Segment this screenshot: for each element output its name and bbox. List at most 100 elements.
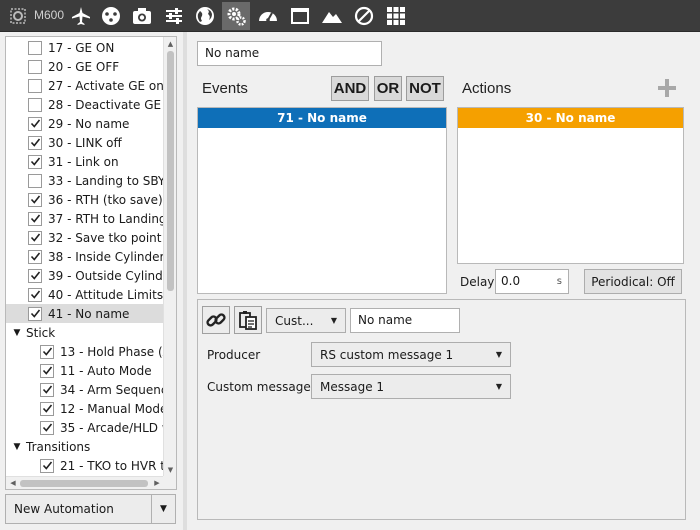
joystick-icon[interactable] — [97, 2, 125, 30]
custom-messages-select[interactable]: Message 1 ▼ — [311, 374, 511, 399]
producer-value: RS custom message 1 — [320, 347, 454, 362]
enable-checkbox[interactable] — [28, 78, 42, 93]
camera-icon[interactable] — [128, 2, 156, 30]
enable-checkbox[interactable] — [28, 59, 42, 74]
expand-arrow-icon[interactable]: ▼ — [12, 328, 22, 338]
scroll-left-arrow-icon[interactable]: ◀ — [7, 477, 19, 489]
action-item[interactable]: 30 - No name — [458, 108, 683, 128]
globe-icon[interactable] — [191, 2, 219, 30]
automation-list-item[interactable]: 31 - Link on — [6, 152, 164, 171]
automation-list-item[interactable]: 13 - Hold Phase (Ar — [6, 342, 164, 361]
automation-item-label: 39 - Outside Cylinder — [48, 268, 164, 283]
enable-checkbox[interactable] — [40, 401, 54, 416]
events-title: Events — [202, 80, 248, 97]
delay-label: Delay — [460, 275, 495, 289]
automation-item-label: 41 - No name — [48, 306, 130, 321]
checkmark-icon — [30, 138, 40, 147]
checkmark-icon — [30, 195, 40, 204]
enable-checkbox[interactable] — [28, 306, 42, 321]
automation-list-item[interactable]: 30 - LINK off — [6, 133, 164, 152]
automation-list-item[interactable]: 36 - RTH (tko save) — [6, 190, 164, 209]
or-button[interactable]: OR — [374, 76, 402, 101]
enable-checkbox[interactable] — [28, 40, 42, 55]
scroll-up-arrow-icon[interactable]: ▲ — [164, 38, 177, 50]
enable-checkbox[interactable] — [28, 135, 42, 150]
message-type-select[interactable]: Cust... ▼ — [266, 308, 346, 333]
gears-icon[interactable] — [222, 2, 250, 30]
automation-list-item[interactable]: 41 - No name — [6, 304, 164, 323]
paste-button[interactable] — [234, 306, 262, 334]
enable-checkbox[interactable] — [40, 458, 54, 473]
delay-input[interactable]: 0.0 s — [495, 269, 569, 294]
automation-list-item[interactable]: 35 - Arcade/HLD wl — [6, 418, 164, 437]
producer-label: Producer — [207, 348, 261, 362]
link-button[interactable] — [202, 306, 230, 334]
terrain-icon[interactable] — [318, 2, 346, 30]
detail-name-input[interactable]: No name — [350, 308, 460, 333]
automation-list-item[interactable]: 34 - Arm Sequence — [6, 380, 164, 399]
chevron-down-icon: ▼ — [495, 350, 503, 359]
not-button[interactable]: NOT — [406, 76, 444, 101]
automation-item-label: 21 - TKO to HVR tra — [60, 458, 164, 473]
and-button[interactable]: AND — [331, 76, 369, 101]
automation-list-item[interactable]: 27 - Activate GE on Ta — [6, 76, 164, 95]
automation-list-item[interactable]: 37 - RTH to Landing ( — [6, 209, 164, 228]
automation-list-item[interactable]: 40 - Attitude Limits — [6, 285, 164, 304]
scroll-right-arrow-icon[interactable]: ▶ — [151, 477, 163, 489]
automation-list-item[interactable]: 11 - Auto Mode — [6, 361, 164, 380]
add-action-icon[interactable] — [656, 77, 678, 99]
scrollbar-thumb[interactable] — [167, 51, 174, 291]
producer-select[interactable]: RS custom message 1 ▼ — [311, 342, 511, 367]
checkmark-icon — [42, 347, 52, 356]
airplane-icon[interactable] — [67, 2, 95, 30]
checkmark-icon — [30, 252, 40, 261]
scrollbar-thumb[interactable] — [20, 480, 148, 487]
tree-group-header[interactable]: ▼ Stick — [6, 323, 164, 342]
automation-list-item[interactable]: 38 - Inside Cylinder — [6, 247, 164, 266]
enable-checkbox[interactable] — [28, 154, 42, 169]
gauge-icon[interactable] — [254, 2, 282, 30]
enable-checkbox[interactable] — [28, 192, 42, 207]
sliders-icon[interactable] — [160, 2, 188, 30]
automation-list-item[interactable]: 33 - Landing to SBY — [6, 171, 164, 190]
automation-list-item[interactable]: 17 - GE ON — [6, 38, 164, 57]
checkmark-icon — [42, 404, 52, 413]
actions-title: Actions — [462, 80, 512, 97]
enable-checkbox[interactable] — [28, 211, 42, 226]
event-item[interactable]: 71 - No name — [198, 108, 446, 128]
automation-list-item[interactable]: 20 - GE OFF — [6, 57, 164, 76]
scroll-down-arrow-icon[interactable]: ▼ — [164, 464, 177, 476]
enable-checkbox[interactable] — [28, 287, 42, 302]
automation-list-item[interactable]: 21 - TKO to HVR tra — [6, 456, 164, 475]
automation-list-item[interactable]: 32 - Save tko point — [6, 228, 164, 247]
enable-checkbox[interactable] — [40, 420, 54, 435]
tree-vertical-scrollbar[interactable]: ▲ ▼ — [163, 37, 176, 477]
enable-checkbox[interactable] — [40, 363, 54, 378]
window-icon[interactable] — [286, 2, 314, 30]
tree-group-header[interactable]: ▼ Transitions — [6, 437, 164, 456]
tree-horizontal-scrollbar[interactable]: ◀ ▶ — [6, 476, 164, 489]
expand-arrow-icon[interactable]: ▼ — [12, 442, 22, 452]
new-automation-button[interactable]: New Automation ▼ — [5, 494, 176, 524]
panel-splitter[interactable] — [183, 32, 187, 530]
enable-checkbox[interactable] — [28, 230, 42, 245]
enable-checkbox[interactable] — [28, 116, 42, 131]
automation-name-input[interactable]: No name — [197, 41, 382, 66]
periodical-button[interactable]: Periodical: Off — [584, 269, 682, 294]
automation-list-item[interactable]: 28 - Deactivate GE on — [6, 95, 164, 114]
enable-checkbox[interactable] — [28, 173, 42, 188]
settings-chip-icon[interactable] — [4, 2, 32, 30]
grid-icon[interactable] — [382, 2, 410, 30]
enable-checkbox[interactable] — [28, 268, 42, 283]
no-sign-icon[interactable] — [350, 2, 378, 30]
enable-checkbox[interactable] — [28, 97, 42, 112]
chevron-down-icon[interactable]: ▼ — [151, 495, 175, 523]
enable-checkbox[interactable] — [40, 382, 54, 397]
enable-checkbox[interactable] — [40, 344, 54, 359]
enable-checkbox[interactable] — [28, 249, 42, 264]
automation-list-item[interactable]: 29 - No name — [6, 114, 164, 133]
chevron-down-icon: ▼ — [330, 316, 338, 325]
automation-list-item[interactable]: 12 - Manual Mode — [6, 399, 164, 418]
automation-list-item[interactable]: 39 - Outside Cylinder — [6, 266, 164, 285]
tree-group-label: Stick — [26, 325, 56, 340]
